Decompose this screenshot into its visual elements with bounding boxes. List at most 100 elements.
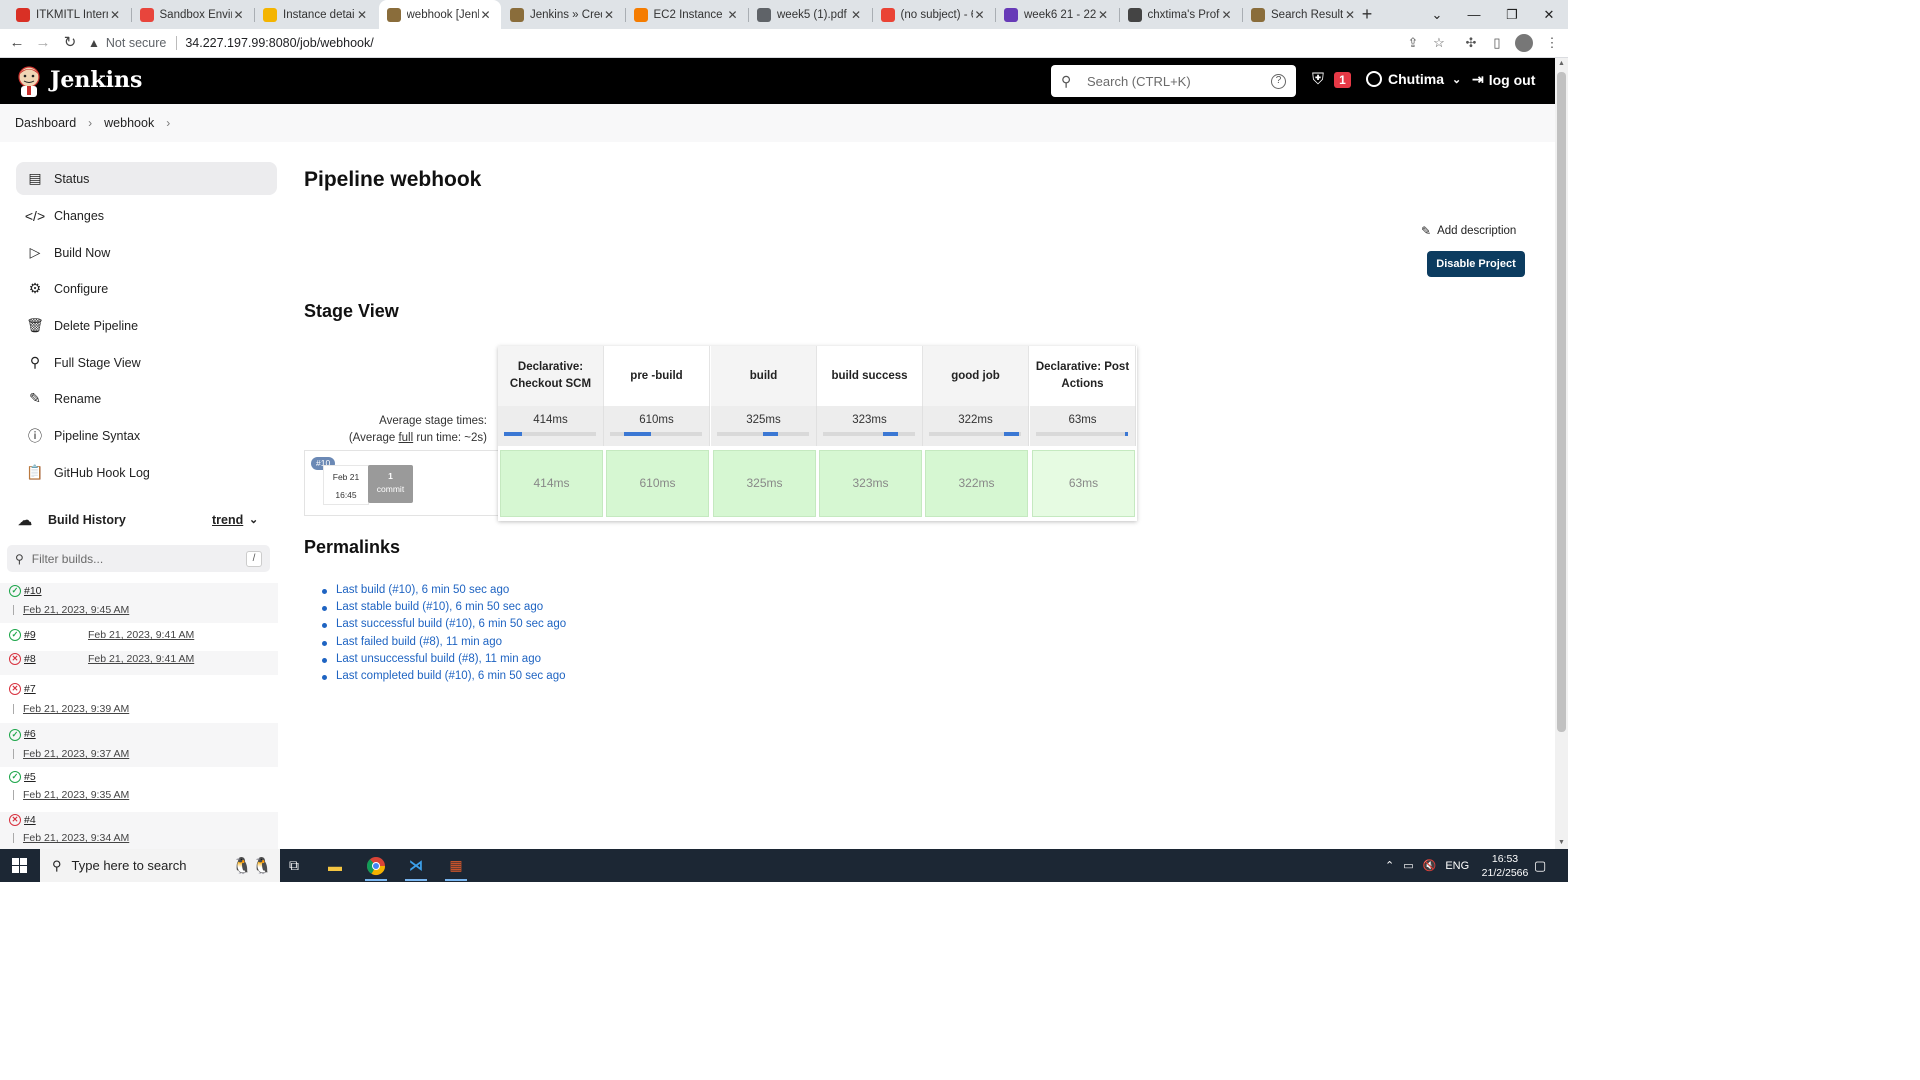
shield-icon[interactable]: ⛨ xyxy=(1312,71,1324,89)
browser-tab[interactable]: week5 (1).pdf ✕ xyxy=(749,0,871,29)
sidebar-item-changes[interactable]: </> Changes xyxy=(16,199,277,232)
side-panel-icon[interactable]: ▯ xyxy=(1488,34,1506,52)
build-date[interactable]: Feb 21, 2023, 9:39 AM xyxy=(23,703,129,715)
sidebar-item-pipeline-syntax[interactable]: ⓘ Pipeline Syntax xyxy=(16,419,277,452)
tab-close-icon[interactable]: ✕ xyxy=(1096,8,1110,22)
profile-avatar[interactable] xyxy=(1515,34,1533,52)
filter-builds-input[interactable]: ⚲ Filter builds... / xyxy=(7,545,270,572)
tab-close-icon[interactable]: ✕ xyxy=(973,8,987,22)
stage-run-cell[interactable]: 325ms xyxy=(713,450,816,517)
browser-tab[interactable]: Instance details ✕ xyxy=(255,0,377,29)
sidebar-item-configure[interactable]: ⚙ Configure xyxy=(16,272,277,305)
forward-icon[interactable]: → xyxy=(33,33,53,53)
taskbar-search-input[interactable]: ⚲ Type here to search 🐧🐧 xyxy=(40,849,280,882)
browser-tab[interactable]: ITKMITL Interne✕ xyxy=(8,0,130,29)
build-number[interactable]: #5 xyxy=(24,771,36,783)
sidebar-item-build-now[interactable]: ▷ Build Now xyxy=(16,236,277,269)
task-view-icon[interactable]: ⧉ xyxy=(279,853,309,878)
tab-close-icon[interactable]: ✕ xyxy=(232,8,246,22)
minimize-icon[interactable]: — xyxy=(1455,0,1493,29)
build-number[interactable]: #4 xyxy=(24,814,36,826)
build-date[interactable]: Feb 21, 2023, 9:35 AM xyxy=(23,789,129,801)
chrome-icon[interactable] xyxy=(361,853,391,881)
user-menu[interactable]: Chutima ⌄ xyxy=(1366,71,1461,87)
tab-close-icon[interactable]: ✕ xyxy=(1343,8,1357,22)
build-row[interactable]: ✓ #6 Feb 21, 2023, 9:37 AM xyxy=(0,723,278,767)
build-number[interactable]: #10 xyxy=(24,585,42,597)
build-row[interactable]: ✓ #5 Feb 21, 2023, 9:35 AM xyxy=(0,769,278,811)
build-row[interactable]: ✕ #8 Feb 21, 2023, 9:41 AM xyxy=(0,651,278,675)
browser-tab[interactable]: (no subject) - 6 ✕ xyxy=(873,0,995,29)
tab-close-icon[interactable]: ✕ xyxy=(602,8,616,22)
tab-close-icon[interactable]: ✕ xyxy=(1220,8,1234,22)
permalink-last-build[interactable]: Last build (#10), 6 min 50 sec ago xyxy=(322,582,566,599)
disable-project-button[interactable]: Disable Project xyxy=(1427,251,1525,277)
browser-tab[interactable]: chxtima's Profile✕ xyxy=(1120,0,1242,29)
build-row[interactable]: ✕ #7 Feb 21, 2023, 9:39 AM xyxy=(0,681,278,723)
build-row[interactable]: ✓ #9 Feb 21, 2023, 9:41 AM xyxy=(0,627,278,651)
permalink-last-stable-build[interactable]: Last stable build (#10), 6 min 50 sec ag… xyxy=(322,599,566,616)
jenkins-search-input[interactable]: ⚲ Search (CTRL+K) ? xyxy=(1051,65,1296,97)
extensions-icon[interactable]: ✣ xyxy=(1462,34,1480,52)
bookmark-star-icon[interactable]: ☆ xyxy=(1430,34,1448,52)
build-number[interactable]: #9 xyxy=(24,629,36,641)
browser-tab[interactable]: Search Results |✕ xyxy=(1243,0,1365,29)
browser-tab[interactable]: Sandbox Enviro✕ xyxy=(132,0,254,29)
build-row[interactable]: ✓ #10 Feb 21, 2023, 9:45 AM xyxy=(0,583,278,623)
page-scrollbar[interactable]: ▲ ▼ xyxy=(1555,58,1568,849)
sidebar-item-github-hook-log[interactable]: 📋 GitHub Hook Log xyxy=(16,456,277,489)
build-number[interactable]: #8 xyxy=(24,653,36,665)
language-indicator[interactable]: ENG xyxy=(1445,860,1469,872)
url-text[interactable]: 34.227.197.99:8080/job/webhook/ xyxy=(185,36,373,50)
tab-close-icon[interactable]: ✕ xyxy=(108,8,122,22)
build-card[interactable]: #10 Feb 21 16:45 1 commit xyxy=(304,450,498,516)
build-date[interactable]: Feb 21, 2023, 9:37 AM xyxy=(23,748,129,760)
browser-tab[interactable]: webhook [Jenkin✕ xyxy=(378,0,501,29)
logout-link[interactable]: ⇥ log out xyxy=(1472,71,1535,88)
taskbar-clock[interactable]: 16:53 21/2/2566 xyxy=(1475,852,1535,880)
tab-search-icon[interactable]: ⌄ xyxy=(1418,0,1456,29)
sidebar-item-full-stage-view[interactable]: ⚲ Full Stage View xyxy=(16,346,277,379)
stage-run-cell[interactable]: 323ms xyxy=(819,450,922,517)
vscode-icon[interactable]: ⋊ xyxy=(401,853,431,881)
build-number[interactable]: #6 xyxy=(24,728,36,740)
stage-run-cell[interactable]: 414ms xyxy=(500,450,603,517)
tray-chevron-icon[interactable]: ⌃ xyxy=(1385,859,1394,872)
build-date[interactable]: Feb 21, 2023, 9:34 AM xyxy=(23,832,129,844)
build-number[interactable]: #7 xyxy=(24,683,36,695)
winrar-icon[interactable]: ▦ xyxy=(441,853,471,881)
help-icon[interactable]: ? xyxy=(1271,73,1286,89)
tab-close-icon[interactable]: ✕ xyxy=(726,8,740,22)
volume-mute-icon[interactable]: 🔇 xyxy=(1423,859,1437,872)
build-date[interactable]: Feb 21, 2023, 9:41 AM xyxy=(88,653,194,665)
jenkins-brand[interactable]: Jenkins xyxy=(50,67,142,93)
trend-link[interactable]: trend xyxy=(212,513,243,527)
browser-tab[interactable]: week6 21 - 22 F✕ xyxy=(996,0,1118,29)
permalink-last-failed-build[interactable]: Last failed build (#8), 11 min ago xyxy=(322,634,566,651)
tab-close-icon[interactable]: ✕ xyxy=(355,8,369,22)
chevron-down-icon[interactable]: ⌄ xyxy=(249,513,258,526)
sidebar-item-rename[interactable]: ✎ Rename xyxy=(16,382,277,415)
jenkins-logo-icon[interactable] xyxy=(14,64,44,98)
reload-icon[interactable]: ↻ xyxy=(60,33,80,53)
chevron-right-icon[interactable]: › xyxy=(88,116,92,130)
browser-tab[interactable]: EC2 Instance Co✕ xyxy=(626,0,748,29)
scrollbar-thumb[interactable] xyxy=(1557,72,1566,732)
omnibox[interactable]: ▲ Not secure 34.227.197.99:8080/job/webh… xyxy=(88,31,1458,55)
stage-run-cell[interactable]: 63ms xyxy=(1032,450,1135,517)
share-icon[interactable]: ⇪ xyxy=(1404,34,1422,52)
back-icon[interactable]: ← xyxy=(7,33,27,53)
full-run-link[interactable]: full xyxy=(398,432,413,444)
add-description-link[interactable]: ✎ Add description xyxy=(1421,224,1516,238)
file-explorer-icon[interactable]: ▬ xyxy=(320,853,350,878)
notification-icon[interactable]: ▢ xyxy=(1534,858,1546,874)
permalink-last-unsuccessful-build[interactable]: Last unsuccessful build (#8), 11 min ago xyxy=(322,651,566,668)
tab-close-icon[interactable]: ✕ xyxy=(849,8,863,22)
close-window-icon[interactable]: ✕ xyxy=(1530,0,1568,29)
build-date[interactable]: Feb 21, 2023, 9:41 AM xyxy=(88,629,194,641)
sidebar-item-status[interactable]: ▤ Status xyxy=(16,162,277,195)
commit-badge[interactable]: 1 commit xyxy=(368,465,413,503)
chevron-right-icon[interactable]: › xyxy=(166,116,170,130)
menu-kebab-icon[interactable]: ⋮ xyxy=(1543,34,1561,52)
sidebar-item-delete-pipeline[interactable]: 🗑 Delete Pipeline xyxy=(16,309,277,342)
